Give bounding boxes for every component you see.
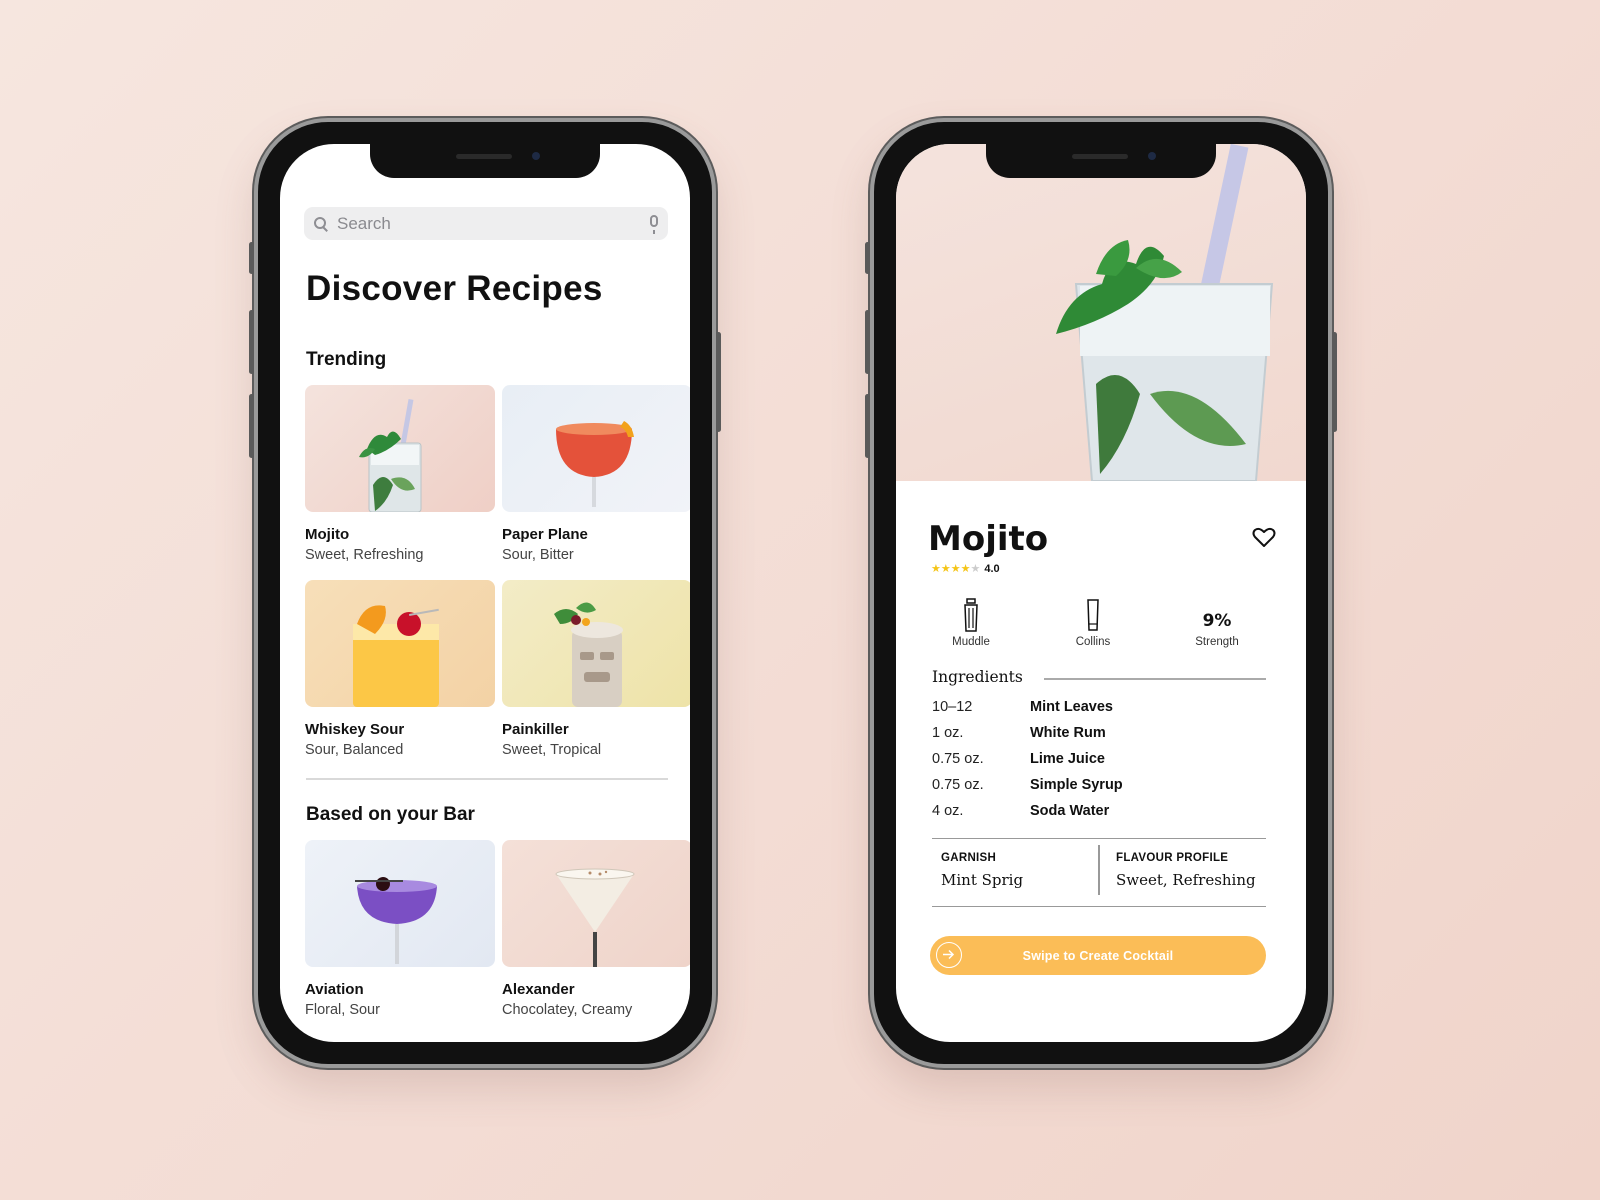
recipe-tags: Floral, Sour [305, 1002, 380, 1018]
ingredient-qty: 4 oz. [932, 803, 964, 819]
recipe-tags: Sour, Bitter [502, 547, 574, 563]
stat-glass: Collins [1043, 596, 1143, 648]
info-separator [1098, 845, 1100, 895]
aviation-drink-icon [355, 877, 437, 964]
recipe-image [305, 840, 495, 967]
arrow-right-icon[interactable] [936, 942, 962, 968]
recipe-name: Painkiller [502, 721, 569, 738]
recipe-card-paper-plane[interactable]: Paper Plane Sour, Bitter [502, 385, 690, 563]
notch [986, 144, 1216, 178]
mute-switch [865, 242, 870, 274]
ingredient-name: Simple Syrup [1030, 777, 1123, 793]
rating-value: 4.0 [984, 563, 1000, 575]
strength-value: 9% [1202, 611, 1232, 631]
tiki-drink-icon [554, 602, 623, 707]
volume-up-button [249, 310, 254, 374]
recipe-tags: Chocolatey, Creamy [502, 1002, 633, 1018]
heart-icon[interactable] [1252, 526, 1276, 548]
recipe-name: Paper Plane [502, 526, 588, 543]
recipe-tags: Sweet, Tropical [502, 742, 602, 758]
recipe-name: Whiskey Sour [305, 721, 405, 738]
recipe-card-painkiller[interactable]: Painkiller Sweet, Tropical [502, 580, 690, 758]
recipe-card-aviation[interactable]: Aviation Floral, Sour [305, 840, 495, 1018]
search-input[interactable] [335, 212, 629, 235]
rocks-drink-icon [353, 605, 439, 707]
recipe-name: Mojito [305, 526, 350, 543]
speaker [456, 154, 512, 159]
flavour-value: Sweet, Refreshing [1116, 871, 1256, 889]
section-divider [306, 778, 668, 780]
recipe-name: Alexander [502, 981, 575, 998]
star-empty-icon: ★ [970, 562, 981, 575]
shaker-icon [964, 598, 978, 632]
recipe-image [502, 385, 690, 512]
section-heading-bar: Based on your Bar [306, 804, 475, 825]
recipe-tags: Sweet, Refreshing [305, 547, 424, 563]
star-filled-icon: ★ [931, 562, 941, 575]
volume-down-button [249, 394, 254, 458]
stat-label: Strength [1195, 636, 1239, 648]
front-camera [532, 152, 540, 160]
discover-screen: Discover Recipes Trending Mojito Sweet, … [280, 144, 690, 1042]
rating-stars: ★ ★ ★ ★ ★ [931, 562, 981, 575]
search-bar[interactable] [304, 207, 668, 240]
ingredients-heading: Ingredients [932, 668, 1023, 686]
recipe-image [502, 580, 690, 707]
swipe-label: Swipe to Create Cocktail [1022, 948, 1174, 963]
microphone-icon[interactable] [650, 215, 658, 234]
detail-screen: Mojito ★ ★ ★ ★ ★ 4.0 Muddle Collins 9% S… [896, 144, 1306, 1042]
cocktail-title: Mojito [928, 519, 1049, 559]
stat-method: Muddle [921, 596, 1021, 648]
stat-strength: 9% Strength [1167, 596, 1267, 648]
ingredient-name: White Rum [1030, 725, 1106, 741]
hero-image [896, 144, 1306, 481]
power-button [1332, 332, 1337, 432]
page-title: Discover Recipes [306, 269, 603, 308]
recipe-image [305, 580, 495, 707]
ingredient-name: Lime Juice [1030, 751, 1105, 767]
stat-label: Muddle [952, 636, 990, 648]
phone-discover: Discover Recipes Trending Mojito Sweet, … [249, 118, 721, 1068]
ingredients-rule [1044, 678, 1266, 680]
recipe-tags: Sour, Balanced [305, 742, 404, 758]
coupe-drink-icon [556, 421, 634, 507]
ingredient-qty: 0.75 oz. [932, 751, 984, 767]
star-filled-icon: ★ [960, 562, 971, 575]
garnish-flavour-box: GARNISH Mint Sprig FLAVOUR PROFILE Sweet… [932, 838, 1266, 907]
front-camera [1148, 152, 1156, 160]
ingredient-name: Soda Water [1030, 803, 1110, 819]
recipe-card-whiskey-sour[interactable]: Whiskey Sour Sour, Balanced [305, 580, 495, 758]
power-button [716, 332, 721, 432]
notch [370, 144, 600, 178]
phone-detail: Mojito ★ ★ ★ ★ ★ 4.0 Muddle Collins 9% S… [865, 118, 1337, 1068]
section-heading-trending: Trending [306, 349, 387, 370]
ingredient-qty: 0.75 oz. [932, 777, 984, 793]
recipe-name: Aviation [305, 981, 364, 998]
ingredient-qty: 1 oz. [932, 725, 964, 741]
collins-glass-icon [1087, 599, 1099, 631]
recipe-image [502, 840, 690, 967]
volume-up-button [865, 310, 870, 374]
ingredient-name: Mint Leaves [1030, 699, 1113, 715]
star-filled-icon: ★ [950, 562, 961, 575]
recipe-image [305, 385, 495, 512]
martini-drink-icon [555, 868, 635, 967]
recipe-card-alexander[interactable]: Alexander Chocolatey, Creamy [502, 840, 690, 1018]
speaker [1072, 154, 1128, 159]
volume-down-button [865, 394, 870, 458]
mojito-hero-icon [1056, 144, 1274, 481]
flavour-label: FLAVOUR PROFILE [1116, 852, 1229, 864]
mute-switch [249, 242, 254, 274]
stat-label: Collins [1075, 636, 1111, 648]
rating: ★ ★ ★ ★ ★ 4.0 [931, 563, 1000, 575]
swipe-to-create-button[interactable]: Swipe to Create Cocktail [930, 936, 1266, 975]
star-filled-icon: ★ [940, 562, 951, 575]
ingredient-qty: 10–12 [932, 699, 973, 715]
garnish-value: Mint Sprig [941, 871, 1024, 889]
recipe-card-mojito[interactable]: Mojito Sweet, Refreshing [305, 385, 495, 563]
mojito-drink-icon [359, 399, 422, 512]
search-icon [314, 217, 327, 230]
garnish-label: GARNISH [941, 852, 997, 864]
